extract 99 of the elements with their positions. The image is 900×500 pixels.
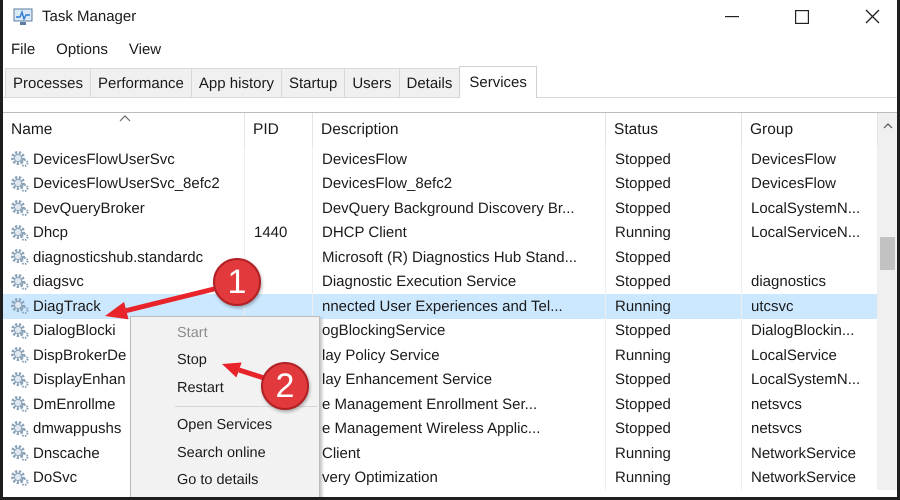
table-cell: Microsoft (R) Diagnostics Hub Stand... xyxy=(322,248,578,266)
table-row[interactable]: Dhcp 1440 DHCP Client Running LocalServiceN... xyxy=(3,220,878,245)
tab[interactable]: App history xyxy=(190,68,282,97)
table-cell: diagsvc xyxy=(33,273,84,290)
gear-icon xyxy=(10,395,30,414)
table-cell: DHCP Client xyxy=(322,224,407,242)
table-cell: Running xyxy=(615,469,671,486)
gear-icon xyxy=(10,272,30,291)
table-cell: Diagnostic Execution Service xyxy=(322,273,516,290)
minimize-icon[interactable] xyxy=(725,16,739,18)
table-cell: LocalSystemN... xyxy=(751,200,860,217)
table-cell: DevicesFlowUserSvc xyxy=(33,150,175,168)
table-cell: ogBlockingService xyxy=(322,322,446,340)
tab[interactable]: Users xyxy=(344,68,400,97)
table-cell: Stopped xyxy=(615,248,671,266)
table-row[interactable]: DevicesFlowUserSvc DevicesFlow Stopped DevicesFlow xyxy=(3,147,878,172)
table-cell: netsvcs xyxy=(751,420,802,438)
column-header[interactable]: Status xyxy=(606,113,742,147)
table-cell: utcsvc xyxy=(751,298,794,315)
table-cell: e Management Enrollment Ser... xyxy=(322,396,538,413)
table-cell: e Management Wireless Applic... xyxy=(322,420,540,438)
table-cell: Stopped xyxy=(615,273,671,290)
scroll-up-icon[interactable] xyxy=(882,123,892,129)
table-cell: Stopped xyxy=(615,175,671,192)
menu-item[interactable]: File xyxy=(11,41,36,58)
table-cell: diagnosticshub.standardc xyxy=(33,248,204,266)
menu-item[interactable]: Options xyxy=(56,41,108,58)
table-cell: DevicesFlowUserSvc_8efc2 xyxy=(33,175,220,192)
table-cell: NetworkService xyxy=(751,469,856,486)
table-cell: Dhcp xyxy=(33,224,68,242)
callout-arrow xyxy=(222,362,265,380)
gear-icon xyxy=(10,248,30,266)
table-cell: DialogBlockin... xyxy=(751,322,854,340)
gear-icon xyxy=(10,174,30,193)
table-row[interactable]: DevQueryBroker DevQuery Background Discovery Br... Stopped LocalSystemN... xyxy=(3,196,878,220)
gear-icon xyxy=(10,444,30,462)
tab[interactable]: Startup xyxy=(280,68,346,97)
table-cell: DialogBlocki xyxy=(33,322,116,340)
table-cell: Client xyxy=(322,444,360,462)
gear-icon xyxy=(10,346,30,364)
tab[interactable]: Services xyxy=(459,66,537,98)
table-cell: DispBrokerDe xyxy=(33,346,126,364)
table-cell: DevQueryBroker xyxy=(33,200,145,217)
gear-icon xyxy=(10,199,30,218)
table-cell: Stopped xyxy=(615,396,671,413)
table-cell: LocalServiceN... xyxy=(751,224,860,242)
table-cell: Running xyxy=(615,346,671,364)
menu-item[interactable]: View xyxy=(128,41,162,58)
table-cell: DiagTrack xyxy=(33,298,101,315)
table-cell: lay Policy Service xyxy=(322,346,440,364)
gear-icon xyxy=(10,150,30,168)
table-cell: DoSvc xyxy=(33,469,78,486)
table-cell: DevicesFlow_8efc2 xyxy=(322,175,452,192)
table-cell: Running xyxy=(615,444,671,462)
app-icon xyxy=(13,8,33,26)
table-row[interactable]: DiagTrack nnected User Experiences and Tel... Running utcsvc xyxy=(3,294,878,318)
table-cell: LocalSystemN... xyxy=(751,371,860,388)
table-cell: DevQuery Background Discovery Br... xyxy=(322,200,575,217)
gear-icon xyxy=(10,468,30,487)
column-header[interactable]: PID xyxy=(245,113,313,147)
table-cell: dmwappushs xyxy=(33,420,122,438)
table-cell: DevicesFlow xyxy=(751,150,836,168)
table-cell: LocalService xyxy=(751,346,837,364)
table-cell: Stopped xyxy=(615,200,671,217)
table-cell: netsvcs xyxy=(751,396,802,413)
table-cell: DevicesFlow xyxy=(751,175,836,192)
table-cell: diagnostics xyxy=(751,273,826,290)
table-cell: Stopped xyxy=(615,371,671,388)
window-title: Task Manager xyxy=(42,8,136,25)
table-cell: nnected User Experiences and Tel... xyxy=(322,298,563,315)
table-cell: DmEnrollme xyxy=(33,396,116,413)
table-cell: DisplayEnhan xyxy=(33,371,126,388)
callout-badge: 1 xyxy=(213,258,261,306)
gear-icon xyxy=(10,224,30,242)
tab[interactable]: Performance xyxy=(90,68,192,97)
table-cell: Stopped xyxy=(615,322,671,340)
tab[interactable]: Details xyxy=(398,68,460,97)
table-cell: NetworkService xyxy=(751,444,856,462)
menu-item[interactable]: Search online xyxy=(173,439,270,466)
maximize-icon[interactable] xyxy=(795,10,809,24)
column-header[interactable]: Description xyxy=(313,113,606,147)
table-cell: Dnscache xyxy=(33,444,100,462)
table-cell: DevicesFlow xyxy=(322,150,408,168)
table-cell: Running xyxy=(615,224,671,242)
column-header[interactable]: Name xyxy=(3,113,245,147)
table-cell: Stopped xyxy=(615,150,671,168)
scrollbar-thumb[interactable] xyxy=(880,237,895,270)
table-cell: 1440 xyxy=(254,224,288,242)
gear-icon xyxy=(10,297,30,316)
table-cell: lay Enhancement Service xyxy=(322,371,492,388)
gear-icon xyxy=(10,322,30,340)
table-cell: Stopped xyxy=(615,420,671,438)
gear-icon xyxy=(10,370,30,389)
tab[interactable]: Processes xyxy=(5,68,92,97)
table-cell: very Optimization xyxy=(322,469,438,486)
close-icon[interactable] xyxy=(865,9,880,24)
table-row[interactable]: DevicesFlowUserSvc_8efc2 DevicesFlow_8efc2 Stopped DevicesFlow xyxy=(3,172,878,196)
table-cell: Running xyxy=(615,298,671,315)
gear-icon xyxy=(10,420,30,438)
